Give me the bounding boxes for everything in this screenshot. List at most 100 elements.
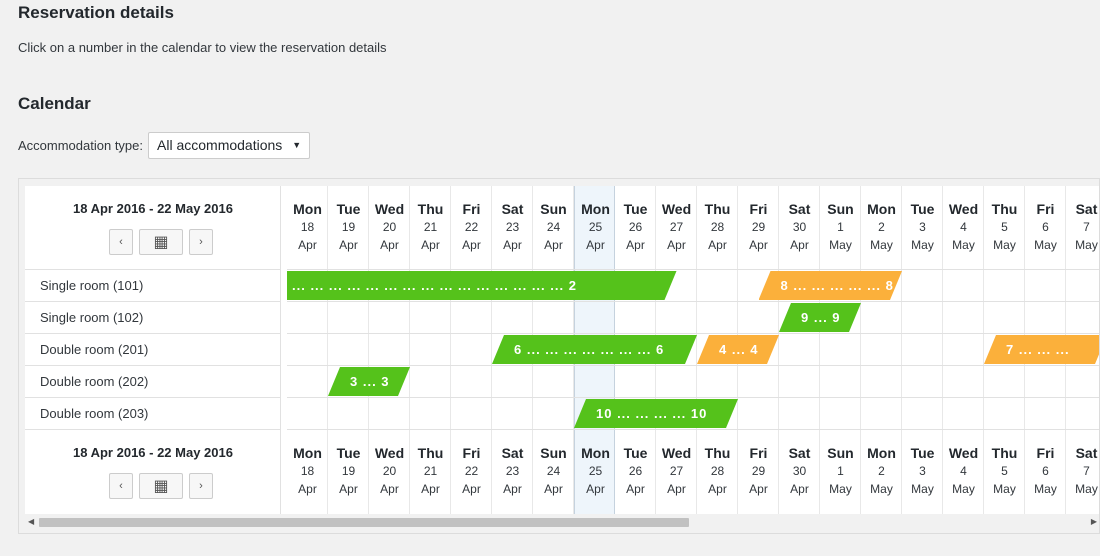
day-header: Fri 6 May [1025, 430, 1066, 514]
day-name: Sun [827, 201, 854, 217]
reservation-bar[interactable]: 8 ... ... ... ... ... 8 [759, 271, 903, 300]
row-divider [287, 429, 1099, 430]
day-column: Tue 3 May Tue 3 May [902, 186, 943, 514]
reservation-details-description: Click on a number in the calendar to vie… [18, 40, 387, 55]
day-header: Tue 26 Apr [615, 186, 656, 270]
month-name: Apr [339, 482, 358, 496]
day-number: 19 [341, 220, 356, 234]
day-number: 6 [1042, 464, 1049, 478]
day-name: Sat [501, 201, 524, 217]
day-name: Sat [501, 445, 524, 461]
horizontal-scrollbar[interactable]: ◀ ▶ [25, 514, 1099, 530]
day-number: 22 [464, 464, 479, 478]
day-number: 4 [960, 464, 967, 478]
day-number: 30 [792, 464, 807, 478]
day-header: Tue 3 May [902, 430, 943, 514]
day-header: Fri 29 Apr [738, 186, 779, 270]
accommodation-filter: Accommodation type: All accommodations ▼ [18, 131, 311, 159]
day-name: Tue [623, 445, 648, 461]
month-name: May [993, 238, 1016, 252]
month-name: Apr [380, 238, 399, 252]
day-header: Thu 21 Apr [410, 186, 451, 270]
pick-date-button[interactable]: ▦ [139, 229, 183, 255]
reservation-bar[interactable]: 6 ... ... ... ... ... ... ... 6 [492, 335, 697, 364]
day-column: Tue 19 Apr Tue 19 Apr [328, 186, 369, 514]
reservation-bar[interactable]: ... ... ... ... ... ... ... ... ... ... … [287, 271, 677, 300]
day-header: Sun 24 Apr [533, 430, 574, 514]
scroll-left-icon[interactable]: ◀ [28, 517, 34, 526]
day-number: 23 [505, 220, 520, 234]
reservation-label[interactable]: 6 ... ... ... ... ... ... ... 6 [514, 335, 664, 364]
reservation-bar[interactable]: 7 ... ... ... [984, 335, 1100, 364]
scrollbar-thumb[interactable] [39, 518, 689, 527]
chevron-right-icon: › [199, 480, 203, 492]
prev-period-button[interactable]: ‹ [109, 473, 133, 499]
day-column: Wed 20 Apr Wed 20 Apr [369, 186, 410, 514]
day-name: Wed [948, 445, 979, 461]
month-name: May [1034, 238, 1057, 252]
day-number: 23 [505, 464, 520, 478]
reservation-label[interactable]: 3 ... 3 [350, 367, 390, 396]
month-name: May [1075, 482, 1098, 496]
accommodation-select[interactable]: All accommodations ▼ [148, 131, 311, 159]
chevron-right-icon: › [199, 236, 203, 248]
room-label: Single room (102) [25, 302, 281, 334]
scroll-right-icon[interactable]: ▶ [1091, 517, 1097, 526]
chevron-left-icon: ‹ [119, 480, 123, 492]
accommodation-selected-value: All accommodations [157, 137, 283, 153]
day-number: 18 [300, 220, 315, 234]
day-column: Sun 1 May Sun 1 May [820, 186, 861, 514]
day-number: 19 [341, 464, 356, 478]
day-header: Mon 18 Apr [287, 430, 328, 514]
day-header: Sat 7 May [1066, 430, 1099, 514]
day-header: Wed 20 Apr [369, 186, 410, 270]
day-name: Wed [374, 201, 405, 217]
reservation-label[interactable]: 9 ... 9 [801, 303, 841, 332]
day-header: Mon 25 Apr [575, 186, 616, 270]
day-number: 2 [878, 220, 885, 234]
dropdown-arrow-icon: ▼ [292, 140, 302, 150]
month-name: Apr [749, 482, 768, 496]
day-column: Mon 2 May Mon 2 May [861, 186, 902, 514]
day-header: Wed 27 Apr [656, 430, 697, 514]
month-name: May [952, 238, 975, 252]
day-number: 3 [919, 220, 926, 234]
reservation-bar[interactable]: 10 ... ... ... ... 10 [574, 399, 738, 428]
day-name: Thu [417, 201, 444, 217]
reservation-bar[interactable]: 3 ... 3 [328, 367, 410, 396]
day-number: 1 [837, 220, 844, 234]
reservation-bar[interactable]: 9 ... 9 [779, 303, 861, 332]
day-number: 26 [628, 220, 643, 234]
reservation-label[interactable]: ... ... ... ... ... ... ... ... ... ... … [292, 271, 577, 300]
reservation-bar[interactable]: 4 ... 4 [697, 335, 779, 364]
day-column: Wed 4 May Wed 4 May [943, 186, 984, 514]
reservation-label[interactable]: 8 ... ... ... ... ... 8 [781, 271, 894, 300]
pick-date-button[interactable]: ▦ [139, 473, 183, 499]
row-divider [287, 397, 1099, 398]
day-number: 18 [300, 464, 315, 478]
month-name: Apr [298, 482, 317, 496]
day-name: Mon [867, 201, 896, 217]
reservation-details-title: Reservation details [18, 3, 174, 22]
reservation-label[interactable]: 10 ... ... ... ... 10 [596, 399, 707, 428]
reservation-label[interactable]: 7 ... ... ... [1006, 335, 1070, 364]
day-header: Sat 23 Apr [492, 186, 533, 270]
day-number: 28 [710, 464, 725, 478]
day-number: 26 [628, 464, 643, 478]
day-header: Mon 2 May [861, 186, 902, 270]
reservation-label[interactable]: 4 ... 4 [719, 335, 759, 364]
day-number: 29 [751, 220, 766, 234]
prev-period-button[interactable]: ‹ [109, 229, 133, 255]
day-header: Thu 28 Apr [697, 430, 738, 514]
day-name: Thu [704, 201, 731, 217]
month-name: Apr [667, 238, 686, 252]
next-period-button[interactable]: › [189, 229, 213, 255]
next-period-button[interactable]: › [189, 473, 213, 499]
day-number: 4 [960, 220, 967, 234]
day-name: Tue [336, 201, 361, 217]
month-name: Apr [503, 238, 522, 252]
day-name: Fri [462, 445, 481, 461]
row-divider [287, 365, 1099, 366]
month-name: Apr [586, 482, 605, 496]
month-name: Apr [790, 238, 809, 252]
